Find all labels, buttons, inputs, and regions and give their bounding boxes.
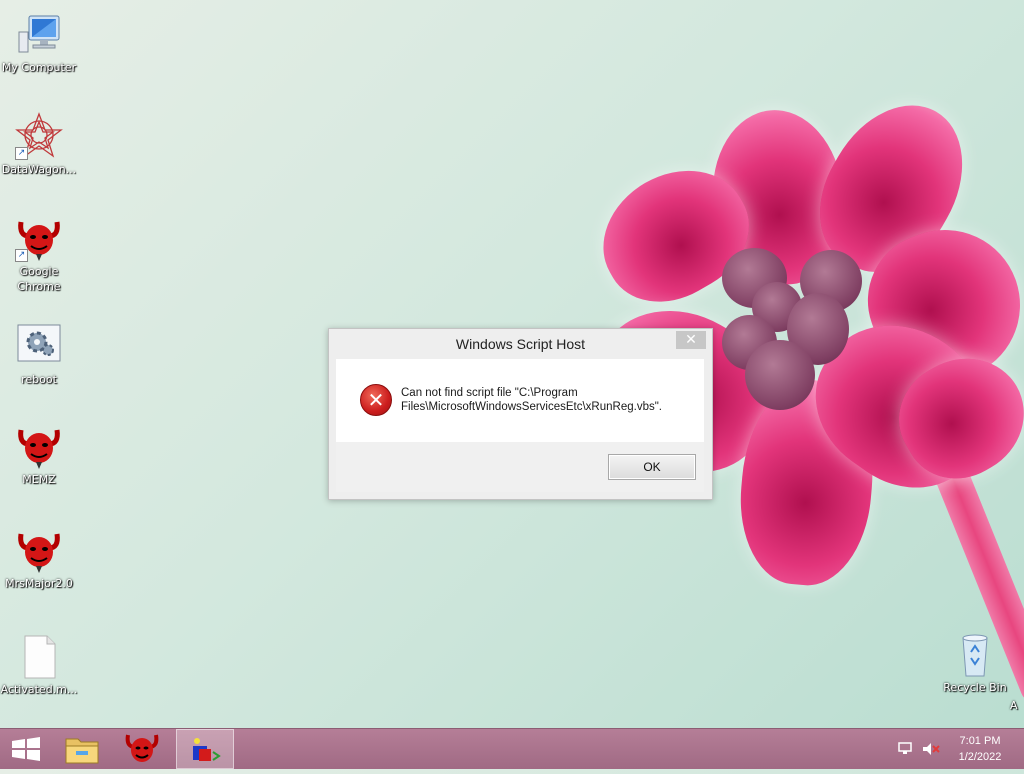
dialog-message: Can not find script file "C:\Program Fil… [401, 386, 701, 414]
shortcut-arrow-icon: ↗ [15, 147, 28, 160]
document-icon [15, 632, 63, 680]
devil-icon [15, 526, 63, 574]
desktop-icon-mrsmajor[interactable]: MrsMajor2.0 [0, 526, 78, 591]
flower-stamen [745, 340, 815, 410]
shortcut-arrow-icon: ↗ [15, 249, 28, 262]
start-button[interactable] [0, 729, 56, 769]
desktop-icon-label: Google Chrome [17, 265, 61, 293]
tray-clock-date[interactable]: 1/2/2022 [945, 750, 1015, 764]
taskbar-devil-app[interactable] [114, 729, 170, 769]
script-host-dialog: Windows Script Host ✕ ✕ Can not find scr… [328, 328, 713, 500]
desktop-icon-my-computer[interactable]: My Computer [0, 10, 78, 75]
tray-volume-muted-icon[interactable] [921, 741, 941, 757]
desktop-icon-label: MrsMajor2.0 [5, 577, 73, 590]
file-explorer-icon [65, 738, 99, 764]
recycle-bin-icon [951, 630, 999, 678]
desktop-icon-label: DataWagon... [1, 163, 77, 176]
desktop-icon-activated[interactable]: Activated.m... [0, 632, 78, 697]
devil-icon: ↗ [15, 214, 63, 262]
tray-clock-time[interactable]: 7:01 PM [945, 734, 1015, 748]
taskbar-script-host[interactable] [176, 729, 234, 769]
start-icon [12, 737, 40, 761]
desktop-icon-datawagon[interactable]: ↗ DataWagon... [0, 112, 78, 177]
desktop-icon-label: reboot [21, 373, 57, 386]
desktop-icon-reboot[interactable]: reboot [0, 322, 78, 387]
devil-icon [125, 734, 159, 762]
desktop-icon-google-chrome[interactable]: ↗ Google Chrome [0, 214, 78, 294]
close-icon: ✕ [685, 332, 697, 348]
tray-network-icon[interactable] [897, 741, 915, 757]
dialog-title: Windows Script Host [455, 336, 586, 352]
desktop-icon-label: Activated.m... [0, 683, 78, 696]
ok-button[interactable]: OK [608, 454, 696, 480]
desktop-icon-label: Recycle Bin [943, 681, 1007, 694]
desktop-icon-memz[interactable]: MEMZ [0, 422, 78, 487]
close-button[interactable]: ✕ [676, 331, 706, 349]
dialog-message-line: Files\MicrosoftWindowsServicesEtc\xRunRe… [401, 401, 662, 413]
taskbar: 7:01 PM 1/2/2022 [0, 728, 1024, 769]
dialog-message-line: Can not find script file "C:\Program [401, 387, 578, 399]
taskbar-file-explorer[interactable] [54, 729, 110, 769]
devil-icon [15, 422, 63, 470]
script-host-icon [193, 738, 221, 761]
desktop-icon-recycle-bin[interactable]: Recycle Bin [936, 630, 1014, 695]
datawagon-icon: ↗ [15, 112, 63, 160]
desktop-edge-label: A [1010, 699, 1018, 712]
computer-icon [15, 10, 63, 58]
error-icon: ✕ [360, 384, 392, 416]
gear-icon [15, 322, 63, 370]
desktop-icon-label: My Computer [1, 61, 77, 74]
desktop-icon-label: MEMZ [22, 473, 56, 486]
